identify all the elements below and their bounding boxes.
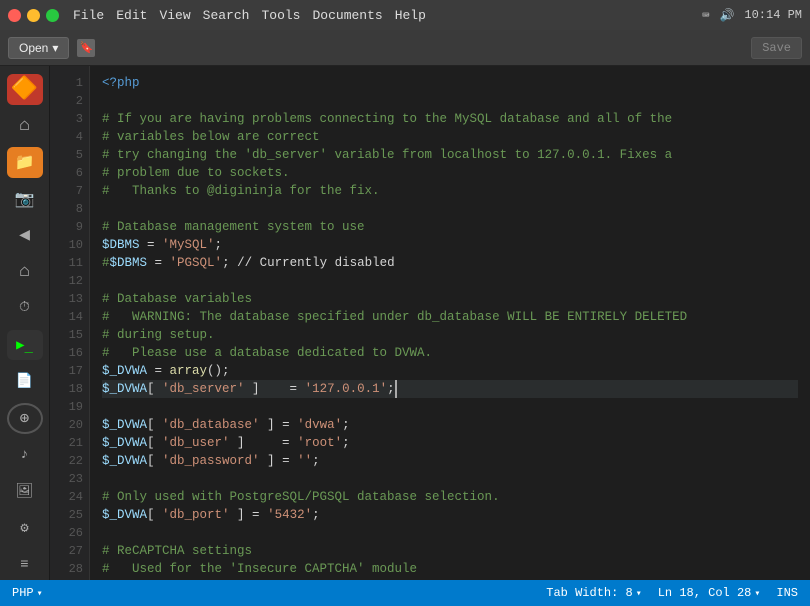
tab-width-chevron [636,586,642,600]
code-editor[interactable]: <?php # If you are having problems conne… [90,66,810,580]
menu-documents[interactable]: Documents [312,8,382,23]
titlebar: File Edit View Search Tools Documents He… [0,0,810,30]
sidebar-icon-image[interactable]: 🖼 [7,476,43,507]
chevron-down-icon: ▾ [52,41,58,55]
statusbar-right: Tab Width: 8 Ln 18, Col 28 INS [546,586,798,600]
minimize-button[interactable] [27,9,40,22]
sidebar-icon-home[interactable]: ⌂ [7,111,43,142]
sidebar-icon-folder[interactable]: 📁 [7,147,43,178]
menu-file[interactable]: File [73,8,104,23]
statusbar: PHP Tab Width: 8 Ln 18, Col 28 INS [0,580,810,606]
editor-area: 12345 678910 1112131415 1617181920 21222… [50,66,810,580]
sidebar-icon-collapse[interactable]: ◀ [7,220,43,251]
open-label: Open [19,41,48,55]
keyboard-icon: ⌨ [702,8,709,23]
line-numbers: 12345 678910 1112131415 1617181920 21222… [50,66,90,580]
menu-help[interactable]: Help [395,8,426,23]
sidebar-icon-music[interactable]: ♪ [7,440,43,471]
sidebar: 🔶 ⌂ 📁 📷 ◀ ⌂ ⏱ ▶_ 📄 ⊕ ♪ 🖼 ⚙ ≡ [0,66,50,580]
language-label: PHP [12,586,34,600]
sidebar-icon-gear[interactable]: ⚙ [7,513,43,544]
save-button[interactable]: Save [751,37,802,59]
position-label: Ln 18, Col 28 [658,586,752,600]
menu-view[interactable]: View [159,8,190,23]
toolbar: Open ▾ 🔖 Save [0,30,810,66]
sidebar-icon-ubuntu[interactable]: 🔶 [7,74,43,105]
insert-mode: INS [776,586,798,600]
language-chevron [37,586,43,600]
maximize-button[interactable] [46,9,59,22]
volume-icon: 🔊 [719,8,734,23]
tab-width-label: Tab Width: 8 [546,586,632,600]
sidebar-icon-plus[interactable]: ⊕ [7,403,43,434]
open-button[interactable]: Open ▾ [8,37,69,59]
menu-bar: File Edit View Search Tools Documents He… [73,8,426,23]
clock: 10:14 PM [744,8,802,22]
menu-search[interactable]: Search [203,8,250,23]
position-chevron [754,586,760,600]
language-selector[interactable]: PHP [12,586,43,600]
sidebar-icon-terminal[interactable]: ▶_ [7,330,43,361]
titlebar-right: ⌨ 🔊 10:14 PM [702,8,802,23]
position-display[interactable]: Ln 18, Col 28 [658,586,761,600]
sidebar-icon-note[interactable]: 📄 [7,366,43,397]
sidebar-icon-list[interactable]: ≡ [7,550,43,581]
menu-tools[interactable]: Tools [261,8,300,23]
bookmark-icon[interactable]: 🔖 [77,39,95,57]
tab-width-selector[interactable]: Tab Width: 8 [546,586,641,600]
close-button[interactable] [8,9,21,22]
sidebar-icon-home2[interactable]: ⌂ [7,257,43,288]
menu-edit[interactable]: Edit [116,8,147,23]
sidebar-icon-camera[interactable]: 📷 [7,184,43,215]
main-area: 🔶 ⌂ 📁 📷 ◀ ⌂ ⏱ ▶_ 📄 ⊕ ♪ 🖼 ⚙ ≡ 12345 67891… [0,66,810,580]
sidebar-icon-clock[interactable]: ⏱ [7,293,43,324]
